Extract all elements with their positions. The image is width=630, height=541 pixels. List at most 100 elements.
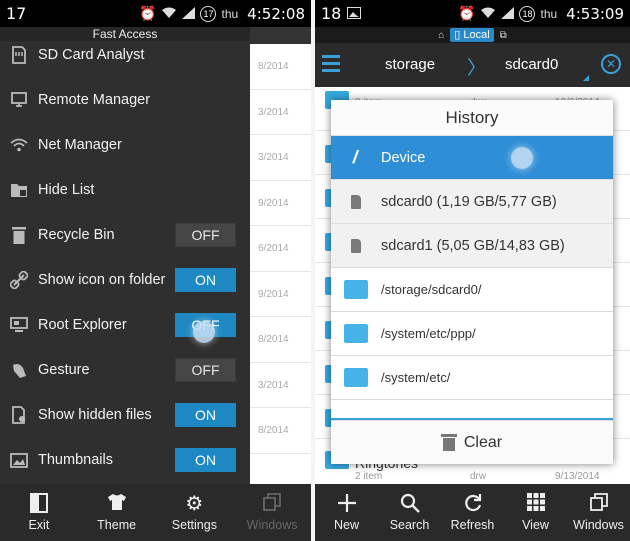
history-item-sdcard0[interactable]: sdcard0 (1,19 GB/5,77 GB): [331, 180, 613, 224]
settings-button[interactable]: ⚙ Settings: [156, 484, 234, 541]
recycle-bin-toggle[interactable]: OFF: [175, 223, 236, 247]
location-tab-local[interactable]: ▯ Local: [450, 28, 494, 42]
list-item: 3/2014: [250, 90, 311, 135]
thumbnails-toggle[interactable]: ON: [175, 448, 236, 472]
new-button[interactable]: New: [315, 484, 378, 541]
list-item: 8/2014: [250, 44, 311, 90]
folder-link-icon: [8, 269, 30, 291]
history-item-storage-sdcard0[interactable]: /storage/sdcard0/: [331, 268, 613, 312]
gesture-toggle[interactable]: OFF: [175, 358, 236, 382]
history-item-device[interactable]: / Device: [331, 136, 613, 180]
path-bar: storage 〉 sdcard0 ✕: [315, 43, 630, 87]
history-dialog: History / Device sdcard0 (1,19 GB/5,77 G…: [331, 100, 613, 464]
notification-count: 18: [321, 4, 342, 23]
date: 3/2014: [258, 152, 289, 163]
hidden-files-icon: [8, 404, 30, 426]
battery-badge: 18: [519, 5, 536, 22]
shirt-icon: [107, 493, 127, 515]
alarm-icon: ⏰: [139, 5, 157, 21]
right-screen: 18 ⏰ 18 thu 4:53:09 ⌂ ▯ Local ⧉ storage …: [315, 0, 630, 541]
history-item-label: /system/etc/: [381, 370, 451, 385]
history-item-label: /system/etc/ppp/: [381, 326, 476, 341]
date: 9/13/2014: [555, 471, 600, 482]
gear-icon: ⚙: [185, 493, 204, 515]
list-item: 9/2014: [250, 272, 311, 317]
date: 8/2014: [258, 425, 289, 436]
menu-item-hide-list[interactable]: Hide List: [0, 167, 250, 212]
grid-view-icon: [526, 493, 545, 515]
window-switch-icon[interactable]: ⧉: [500, 30, 507, 41]
list-item: 6/2014: [250, 226, 311, 272]
history-item-sdcard1[interactable]: sdcard1 (5,05 GB/14,83 GB): [331, 224, 613, 268]
menu-item-label: Hide List: [38, 181, 95, 198]
breadcrumb-storage[interactable]: storage: [385, 56, 435, 73]
menu-item-label: Root Explorer: [38, 316, 127, 333]
image-notification-icon: [347, 6, 362, 22]
alarm-icon: ⏰: [458, 5, 476, 21]
show-icon-on-folder-toggle[interactable]: ON: [175, 268, 236, 292]
location-bar: ⌂ ▯ Local ⧉: [315, 27, 630, 43]
menu-item-label: Gesture: [38, 361, 90, 378]
list-item: 8/2014: [250, 408, 311, 454]
clock: 4:52:08: [247, 4, 305, 23]
view-button[interactable]: View: [504, 484, 567, 541]
history-item-label: sdcard1 (5,05 GB/14,83 GB): [381, 237, 565, 254]
refresh-icon: [463, 493, 483, 515]
sd-card-icon: [351, 238, 361, 253]
settings-label: Settings: [171, 518, 217, 532]
thumbnails-icon: [8, 449, 30, 471]
sd-card-icon: [351, 194, 361, 209]
theme-button[interactable]: Theme: [78, 484, 156, 541]
background-file-list: 8/2014 3/2014 3/2014 9/2014 6/2014 9/2014 8/20…: [250, 44, 311, 484]
search-icon: [400, 493, 420, 515]
location-label: Local: [463, 29, 490, 41]
refresh-label: Refresh: [450, 518, 495, 532]
new-label: New: [333, 518, 359, 532]
touch-indicator: [511, 147, 533, 169]
remote-manager-icon: [8, 89, 30, 111]
hide-list-icon: [8, 179, 30, 201]
dialog-title: History: [331, 100, 613, 136]
menu-item-label: Thumbnails: [38, 451, 113, 468]
show-hidden-files-toggle[interactable]: ON: [175, 403, 236, 427]
view-label: View: [522, 518, 549, 532]
folder-icon: [344, 324, 368, 343]
windows-button[interactable]: Windows: [567, 484, 630, 541]
status-bar: 17 ⏰ 17 thu 4:52:08: [0, 0, 311, 27]
exit-button[interactable]: Exit: [0, 484, 78, 541]
history-item-label: Device: [381, 149, 426, 166]
menu-item-remote-manager[interactable]: Remote Manager: [0, 77, 250, 122]
history-item-system-etc[interactable]: /system/etc/: [331, 356, 613, 400]
root-explorer-icon: [8, 314, 30, 336]
date: 9/2014: [258, 288, 289, 300]
date: 6/2014: [258, 243, 289, 254]
refresh-button[interactable]: Refresh: [441, 484, 504, 541]
day-label: thu: [221, 6, 239, 21]
history-item-system-etc-ppp[interactable]: /system/etc/ppp/: [331, 312, 613, 356]
close-icon[interactable]: ✕: [601, 54, 621, 74]
trash-icon: [440, 434, 457, 451]
clear-button[interactable]: Clear: [331, 420, 613, 464]
menu-icon[interactable]: [322, 55, 340, 76]
breadcrumb-sdcard0[interactable]: sdcard0: [505, 56, 558, 73]
touch-indicator: [193, 321, 215, 343]
menu-item-label: Net Manager: [38, 136, 122, 153]
plus-icon: [337, 493, 357, 515]
menu-item-sd-card-analyst[interactable]: SD Card Analyst: [0, 32, 250, 77]
list-item: 3/2014: [250, 363, 311, 408]
windows-label: Windows: [573, 518, 624, 532]
dropdown-triangle-icon[interactable]: [583, 75, 589, 81]
root-slash-icon: /: [351, 147, 361, 167]
signal-icon: [501, 6, 515, 22]
menu-item-label: Show icon on folder: [38, 271, 166, 288]
windows-button[interactable]: Windows: [233, 484, 311, 541]
list-item: 3/2014: [250, 135, 311, 181]
date: 3/2014: [258, 106, 289, 118]
home-icon[interactable]: ⌂: [438, 30, 444, 41]
menu-item-label: Show hidden files: [38, 406, 152, 423]
signal-icon: [182, 6, 196, 22]
windows-icon: [263, 493, 282, 515]
search-button[interactable]: Search: [378, 484, 441, 541]
menu-item-net-manager[interactable]: Net Manager: [0, 122, 250, 167]
wifi-icon: [480, 6, 496, 22]
